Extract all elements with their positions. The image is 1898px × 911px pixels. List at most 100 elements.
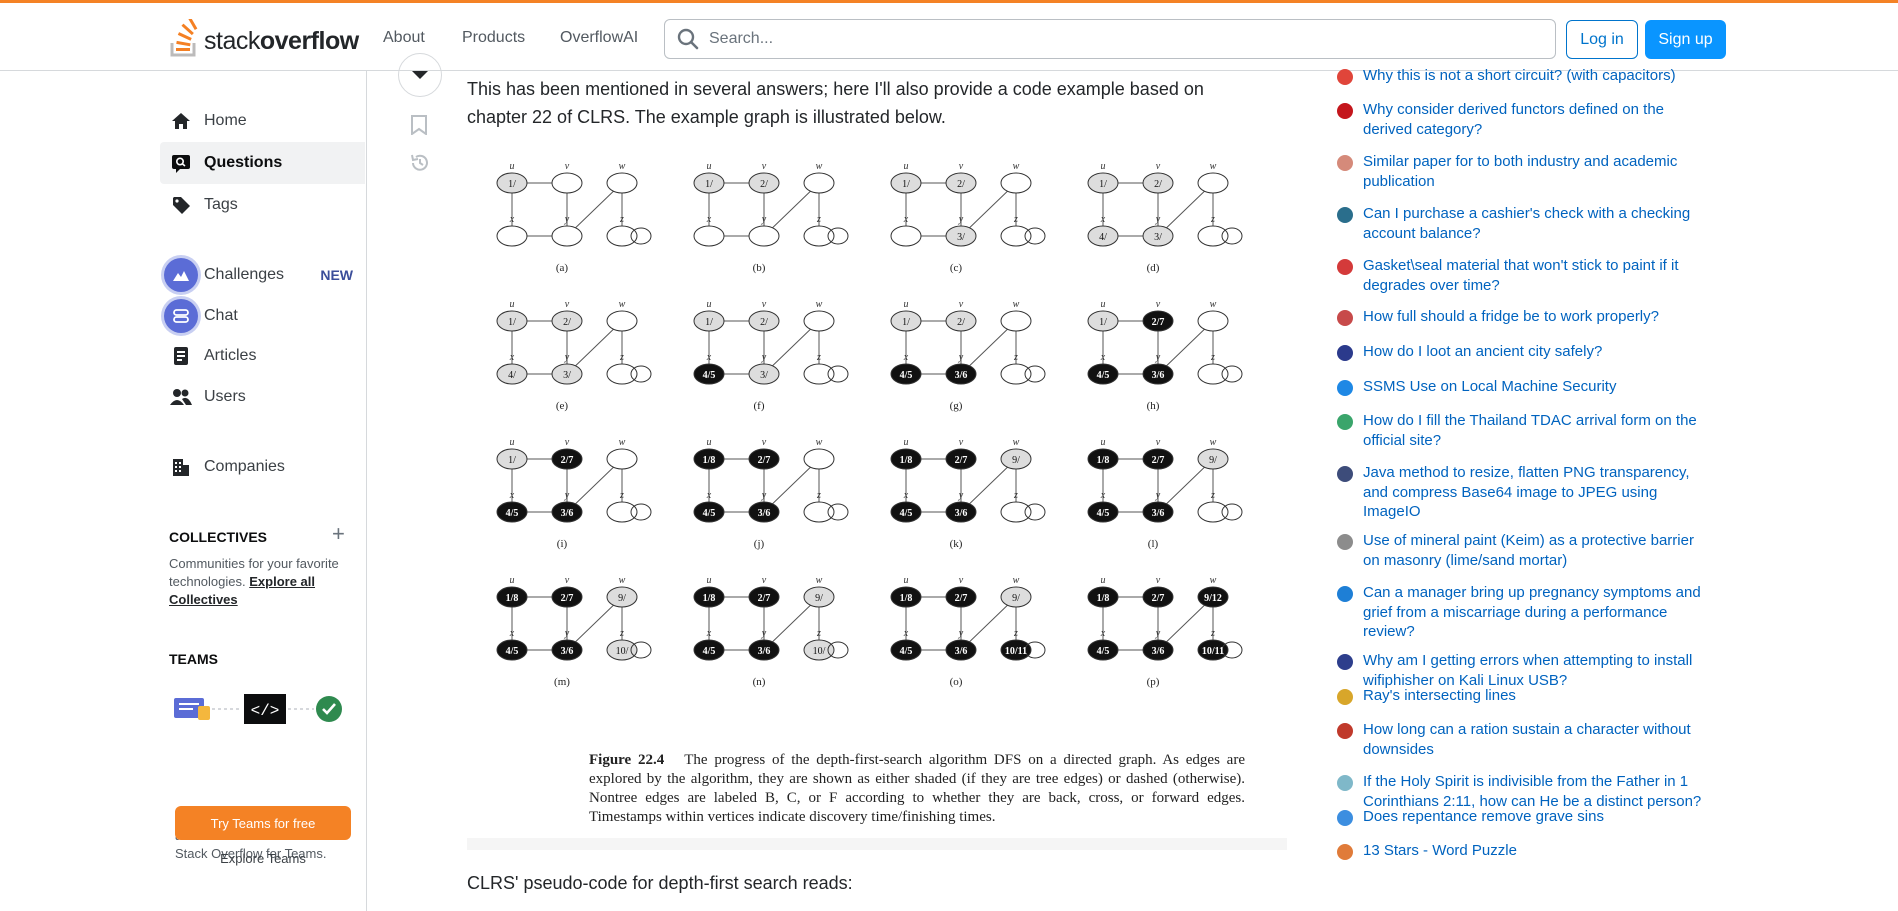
hot-question-link[interactable]: Does repentance remove grave sins bbox=[1363, 807, 1703, 828]
hot-question-link[interactable]: If the Holy Spirit is indivisible from t… bbox=[1363, 772, 1703, 811]
hot-question-link[interactable]: Can a manager bring up pregnancy symptom… bbox=[1363, 583, 1703, 642]
site-icon bbox=[1337, 723, 1353, 739]
hot-question-link[interactable]: Ray's intersecting lines bbox=[1363, 686, 1703, 707]
sidebar-item-label: Challenges bbox=[204, 266, 285, 283]
sidebar-item-tags[interactable]: Tags bbox=[160, 184, 365, 226]
hot-question-item[interactable]: Why this is not a short circuit? (with c… bbox=[1335, 66, 1703, 87]
dfs-vertex-label: 4/5 bbox=[900, 508, 913, 519]
site-icon bbox=[1337, 534, 1353, 550]
dfs-vertex-label: 2/ bbox=[957, 179, 965, 190]
hot-question-item[interactable]: Similar paper for to both industry and a… bbox=[1335, 152, 1703, 191]
search-box[interactable]: Search... bbox=[664, 19, 1556, 59]
add-collective-icon[interactable]: + bbox=[332, 523, 345, 545]
dfs-vertex-letter: v bbox=[959, 299, 964, 310]
dfs-vertex bbox=[606, 501, 638, 523]
dfs-vertex-label: 9/ bbox=[1209, 455, 1217, 466]
try-teams-button[interactable]: Try Teams for free bbox=[175, 806, 351, 840]
hot-question-link[interactable]: SSMS Use on Local Machine Security bbox=[1363, 377, 1703, 398]
dfs-vertex-label: 3/6 bbox=[955, 370, 968, 381]
site-icon bbox=[1337, 345, 1353, 361]
home-icon bbox=[170, 110, 192, 132]
dfs-vertex-label: 9/ bbox=[1012, 593, 1020, 604]
dfs-vertex bbox=[1197, 172, 1229, 194]
dfs-vertex-letter: w bbox=[619, 299, 626, 310]
sidebar-item-users[interactable]: Users bbox=[160, 376, 365, 418]
dfs-vertex-label: 1/ bbox=[705, 317, 713, 328]
dfs-vertex-letter: w bbox=[1210, 575, 1217, 586]
hot-question-link[interactable]: Can I purchase a cashier's check with a … bbox=[1363, 204, 1703, 243]
signup-button[interactable]: Sign up bbox=[1645, 20, 1726, 59]
bookmark-button[interactable] bbox=[410, 115, 428, 140]
dfs-vertex-label: 2/ bbox=[760, 179, 768, 190]
history-button[interactable] bbox=[409, 152, 431, 179]
login-button[interactable]: Log in bbox=[1566, 20, 1638, 59]
companies-icon bbox=[170, 456, 192, 478]
hot-question-link[interactable]: How do I loot an ancient city safely? bbox=[1363, 342, 1703, 363]
dfs-vertex-label: 4/5 bbox=[703, 646, 716, 657]
hot-question-item[interactable]: Can I purchase a cashier's check with a … bbox=[1335, 204, 1703, 243]
dfs-vertex-label: 2/7 bbox=[561, 455, 574, 466]
dfs-vertex-letter: z bbox=[1013, 628, 1018, 639]
dfs-vertex-letter: u bbox=[707, 299, 712, 310]
hot-question-item[interactable]: Does repentance remove grave sins bbox=[1335, 807, 1703, 828]
hot-question-item[interactable]: Java method to resize, flatten PNG trans… bbox=[1335, 463, 1703, 522]
dfs-vertex bbox=[551, 172, 583, 194]
sidebar-item-label: Companies bbox=[204, 458, 285, 475]
dfs-vertex bbox=[606, 172, 638, 194]
hot-question-link[interactable]: Why consider derived functors defined on… bbox=[1363, 100, 1703, 139]
logo-text: stackoverflow bbox=[204, 27, 359, 55]
dfs-figure: u 1/v w x y z (a) u 1/v 2/w x y z (b) u 1/v 2/w x y 3/z (c) u… bbox=[467, 143, 1287, 850]
dfs-vertex bbox=[803, 448, 835, 470]
dfs-panel: u 1/8 v 2/7 w 9/x 4/5 y 3/6 z 10/ (n) bbox=[693, 575, 849, 688]
hot-question-item[interactable]: Why consider derived functors defined on… bbox=[1335, 100, 1703, 139]
site-logo[interactable]: stackoverflow bbox=[170, 17, 359, 57]
search-icon bbox=[677, 28, 699, 50]
sidebar-item-chat[interactable]: Chat bbox=[160, 295, 365, 337]
hot-question-item[interactable]: How full should a fridge be to work prop… bbox=[1335, 307, 1703, 328]
dfs-panel: u 1/8 v 2/7 w 9/x 4/5 y 3/6 z (l) bbox=[1087, 437, 1243, 550]
hot-question-link[interactable]: How full should a fridge be to work prop… bbox=[1363, 307, 1703, 328]
hot-question-link[interactable]: 13 Stars - Word Puzzle bbox=[1363, 841, 1703, 862]
dfs-vertex-label: 2/ bbox=[563, 317, 571, 328]
hot-question-item[interactable]: How do I loot an ancient city safely? bbox=[1335, 342, 1703, 363]
hot-question-link[interactable]: Gasket\seal material that won't stick to… bbox=[1363, 256, 1703, 295]
nav-products[interactable]: Products bbox=[462, 29, 525, 47]
downvote-button[interactable] bbox=[398, 53, 442, 97]
hot-question-item[interactable]: How long can a ration sustain a characte… bbox=[1335, 720, 1703, 759]
dfs-vertex-label: 2/7 bbox=[561, 593, 574, 604]
nav-overflowai[interactable]: OverflowAI bbox=[560, 29, 638, 47]
hot-question-item[interactable]: Use of mineral paint (Keim) as a protect… bbox=[1335, 531, 1703, 570]
dfs-vertex-letter: u bbox=[510, 437, 515, 448]
sidebar-item-companies[interactable]: Companies bbox=[160, 446, 365, 488]
hot-question-item[interactable]: Can a manager bring up pregnancy symptom… bbox=[1335, 583, 1703, 642]
explore-teams-link[interactable]: Explore Teams bbox=[175, 851, 351, 866]
site-icon bbox=[1337, 103, 1353, 119]
dfs-vertex-label: 2/7 bbox=[955, 455, 968, 466]
dfs-vertex-letter: w bbox=[816, 437, 823, 448]
dfs-vertex-label: 1/ bbox=[508, 179, 516, 190]
dfs-vertex-letter: v bbox=[762, 299, 767, 310]
sidebar-item-questions[interactable]: Questions bbox=[160, 142, 365, 184]
sidebar-item-challenges[interactable]: Challenges NEW bbox=[160, 254, 365, 296]
hot-question-link[interactable]: How do I fill the Thailand TDAC arrival … bbox=[1363, 411, 1703, 450]
hot-question-link[interactable]: Use of mineral paint (Keim) as a protect… bbox=[1363, 531, 1703, 570]
hot-question-item[interactable]: If the Holy Spirit is indivisible from t… bbox=[1335, 772, 1703, 811]
hot-question-item[interactable]: Ray's intersecting lines bbox=[1335, 686, 1703, 707]
hot-question-link[interactable]: Why this is not a short circuit? (with c… bbox=[1363, 66, 1703, 87]
hot-question-item[interactable]: Gasket\seal material that won't stick to… bbox=[1335, 256, 1703, 295]
hot-question-link[interactable]: Why am I getting errors when attempting … bbox=[1363, 651, 1703, 690]
sidebar-item-articles[interactable]: Articles bbox=[160, 335, 365, 377]
hot-question-link[interactable]: Java method to resize, flatten PNG trans… bbox=[1363, 463, 1703, 522]
hot-question-item[interactable]: Why am I getting errors when attempting … bbox=[1335, 651, 1703, 690]
hot-question-item[interactable]: SSMS Use on Local Machine Security bbox=[1335, 377, 1703, 398]
hot-question-item[interactable]: How do I fill the Thailand TDAC arrival … bbox=[1335, 411, 1703, 450]
challenges-icon bbox=[164, 258, 198, 292]
hot-question-link[interactable]: Similar paper for to both industry and a… bbox=[1363, 152, 1703, 191]
sidebar-item-home[interactable]: Home bbox=[160, 100, 365, 142]
hot-question-link[interactable]: How long can a ration sustain a characte… bbox=[1363, 720, 1703, 759]
dfs-vertex-letter: v bbox=[959, 575, 964, 586]
dfs-vertex-letter: u bbox=[1101, 299, 1106, 310]
dfs-vertex-letter: u bbox=[1101, 437, 1106, 448]
hot-question-item[interactable]: 13 Stars - Word Puzzle bbox=[1335, 841, 1703, 862]
nav-about[interactable]: About bbox=[383, 29, 425, 47]
